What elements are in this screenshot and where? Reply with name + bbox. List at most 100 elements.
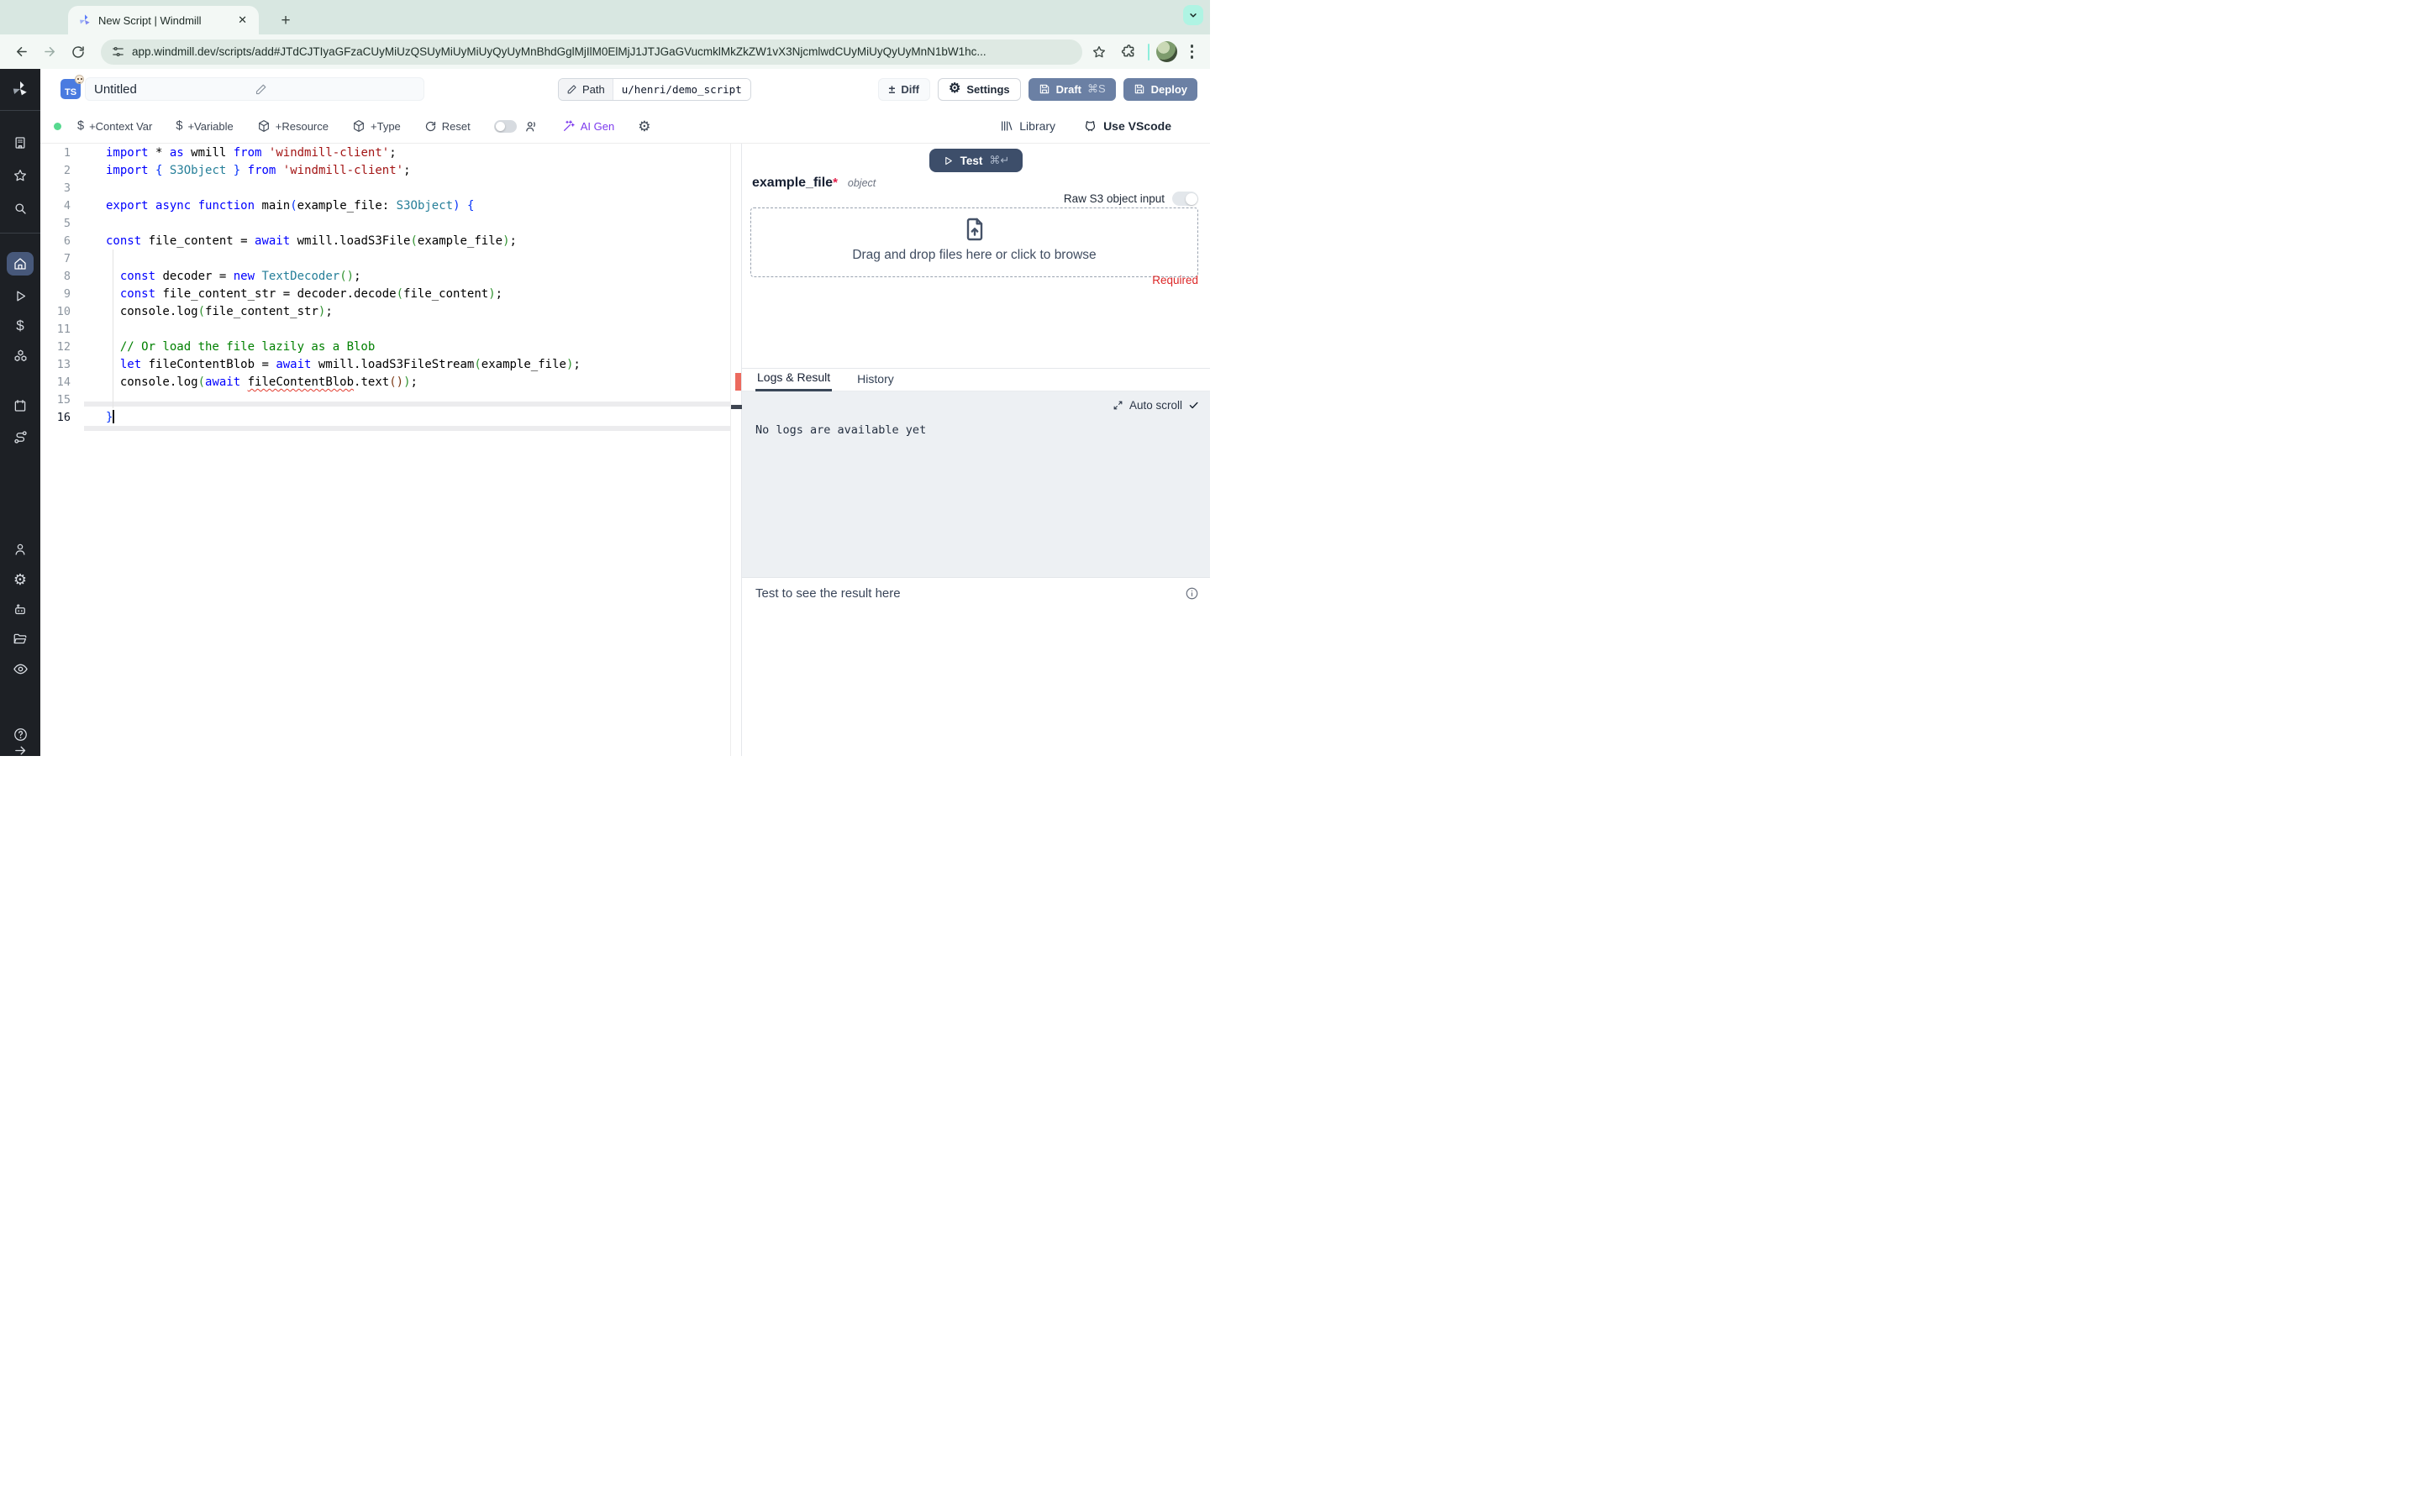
raw-s3-label: Raw S3 object input — [1063, 192, 1165, 205]
extensions-puzzle-icon[interactable] — [1118, 39, 1141, 66]
new-tab-button[interactable]: + — [275, 12, 297, 30]
reload-icon[interactable] — [64, 39, 92, 66]
library-button[interactable]: Library — [1000, 119, 1055, 133]
back-icon[interactable] — [7, 39, 35, 66]
gear-icon: ⚙ — [949, 81, 961, 96]
code-editor[interactable]: 1 2 3 4 5 6 7 8 9 10 11 12 13 14 15 16 import * as wmil… — [40, 144, 730, 756]
chrome-actions — [1087, 39, 1204, 66]
sidebar-item-variables[interactable]: $ — [7, 314, 34, 338]
sidebar-divider — [0, 233, 40, 234]
sidebar-item-users[interactable] — [7, 538, 34, 561]
argument-name: example_file — [752, 176, 834, 190]
sidebar-item-resources[interactable] — [7, 344, 34, 368]
sidebar-item-search[interactable] — [7, 197, 34, 220]
deploy-button[interactable]: Deploy — [1123, 77, 1197, 101]
error-marker — [735, 373, 741, 391]
required-hint: Required — [1152, 274, 1198, 286]
add-context-var-button[interactable]: $ +Context Var — [77, 119, 152, 133]
browser-toolbar: app.windmill.dev/scripts/add#JTdCJTIyaGF… — [0, 34, 1210, 69]
sidebar: $ ⚙ — [0, 69, 40, 756]
sidebar-item-workers[interactable] — [7, 598, 34, 622]
tab-close-icon[interactable]: ✕ — [234, 12, 250, 29]
tab-search-button[interactable] — [1183, 5, 1203, 25]
path-chip[interactable]: Path u/henri/demo_script — [558, 77, 751, 101]
info-icon[interactable] — [1185, 586, 1199, 601]
sidebar-item-favorites[interactable] — [7, 164, 34, 187]
dropzone-text: Drag and drop files here or click to bro… — [852, 248, 1097, 262]
editor-settings-button[interactable]: ⚙ — [638, 119, 650, 134]
script-header: TS Untitled Path u/henri/demo_script ± D… — [40, 69, 1210, 109]
status-dot — [54, 122, 61, 130]
windmill-favicon-icon — [78, 13, 92, 27]
profile-avatar[interactable] — [1155, 41, 1177, 62]
library-icon — [1000, 119, 1013, 133]
edit-pencil-icon[interactable] — [255, 83, 415, 96]
result-area: Test to see the result here — [742, 578, 1210, 601]
play-icon — [943, 155, 954, 166]
add-variable-button[interactable]: $ +Variable — [176, 119, 233, 133]
tab-history[interactable]: History — [857, 372, 894, 391]
chrome-menu-icon[interactable] — [1184, 45, 1201, 59]
sidebar-item-flows[interactable] — [7, 425, 34, 449]
sidebar-item-schedules[interactable] — [7, 394, 34, 417]
tab-title: New Script | Windmill — [98, 13, 202, 27]
logs-viewer: Auto scroll No logs are available yet — [742, 391, 1210, 578]
typescript-badge: TS — [60, 75, 84, 99]
test-panel: Test ⌘↵ example_file * object Raw S3 obje… — [742, 144, 1210, 756]
check-icon — [1188, 400, 1199, 411]
argument-type: object — [847, 177, 876, 189]
save-icon — [1039, 83, 1050, 95]
file-upload-icon — [961, 216, 988, 243]
dollar-icon: $ — [176, 119, 183, 133]
sidebar-item-folders[interactable] — [7, 627, 34, 651]
use-vscode-button[interactable]: Use VScode — [1083, 119, 1171, 134]
collab-toggle[interactable] — [493, 119, 517, 133]
editor-code[interactable]: import * as wmill from 'windmill-client'… — [106, 144, 581, 427]
forward-icon — [35, 39, 64, 66]
browser-tab[interactable]: New Script | Windmill ✕ — [68, 6, 259, 34]
draft-shortcut: ⌘S — [1086, 82, 1106, 95]
sidebar-item-workspace[interactable] — [7, 131, 34, 155]
package-icon — [257, 119, 271, 133]
auto-scroll-control[interactable]: Auto scroll — [1113, 399, 1199, 412]
save-icon — [1134, 83, 1145, 95]
chevron-down-icon — [1187, 9, 1199, 21]
sidebar-item-audit-logs[interactable] — [7, 657, 34, 680]
add-type-button[interactable]: +Type — [352, 119, 401, 133]
magic-wand-icon — [562, 119, 576, 133]
argument-row: example_file * object — [752, 176, 876, 191]
sidebar-item-runs[interactable] — [7, 284, 34, 307]
path-pencil-icon — [566, 84, 577, 95]
test-button[interactable]: Test ⌘↵ — [929, 149, 1023, 172]
sidebar-item-home[interactable] — [7, 252, 34, 276]
address-bar[interactable]: app.windmill.dev/scripts/add#JTdCJTIyaGF… — [101, 39, 1082, 65]
diff-button[interactable]: ± Diff — [877, 77, 930, 101]
path-label: Path — [582, 82, 605, 96]
logs-section: Logs & Result History Auto scroll No log… — [742, 368, 1210, 578]
refresh-icon — [424, 120, 437, 133]
browser-tab-strip: New Script | Windmill ✕ + — [0, 0, 1210, 34]
overview-ruler[interactable] — [730, 144, 743, 756]
expand-icon — [1113, 400, 1123, 411]
file-dropzone[interactable]: Drag and drop files here or click to bro… — [750, 207, 1198, 277]
draft-button[interactable]: Draft ⌘S — [1028, 77, 1116, 101]
settings-button[interactable]: ⚙ Settings — [938, 77, 1021, 101]
sidebar-expand-arrow-icon[interactable] — [7, 738, 34, 762]
bookmark-star-icon[interactable] — [1087, 39, 1111, 66]
users-icon — [524, 119, 539, 134]
scrollbar-thumb[interactable] — [731, 405, 743, 409]
editor-toolbar: $ +Context Var $ +Variable +Resource +Ty… — [40, 109, 1210, 143]
reset-button[interactable]: Reset — [424, 120, 471, 133]
dollar-icon: $ — [77, 119, 85, 133]
tab-logs-result[interactable]: Logs & Result — [755, 370, 833, 391]
raw-s3-toggle[interactable] — [1172, 192, 1198, 206]
ai-gen-button[interactable]: AI Gen — [562, 119, 614, 133]
windmill-logo-icon[interactable] — [7, 77, 34, 101]
site-settings-icon[interactable] — [111, 45, 125, 59]
script-title: Untitled — [94, 81, 137, 97]
sidebar-item-settings[interactable]: ⚙ — [7, 568, 34, 591]
toolbar-separator — [1147, 43, 1150, 60]
script-title-input[interactable]: Untitled — [85, 77, 424, 101]
add-resource-button[interactable]: +Resource — [257, 119, 329, 133]
screen: New Script | Windmill ✕ + app.windmill.d… — [0, 0, 1210, 756]
